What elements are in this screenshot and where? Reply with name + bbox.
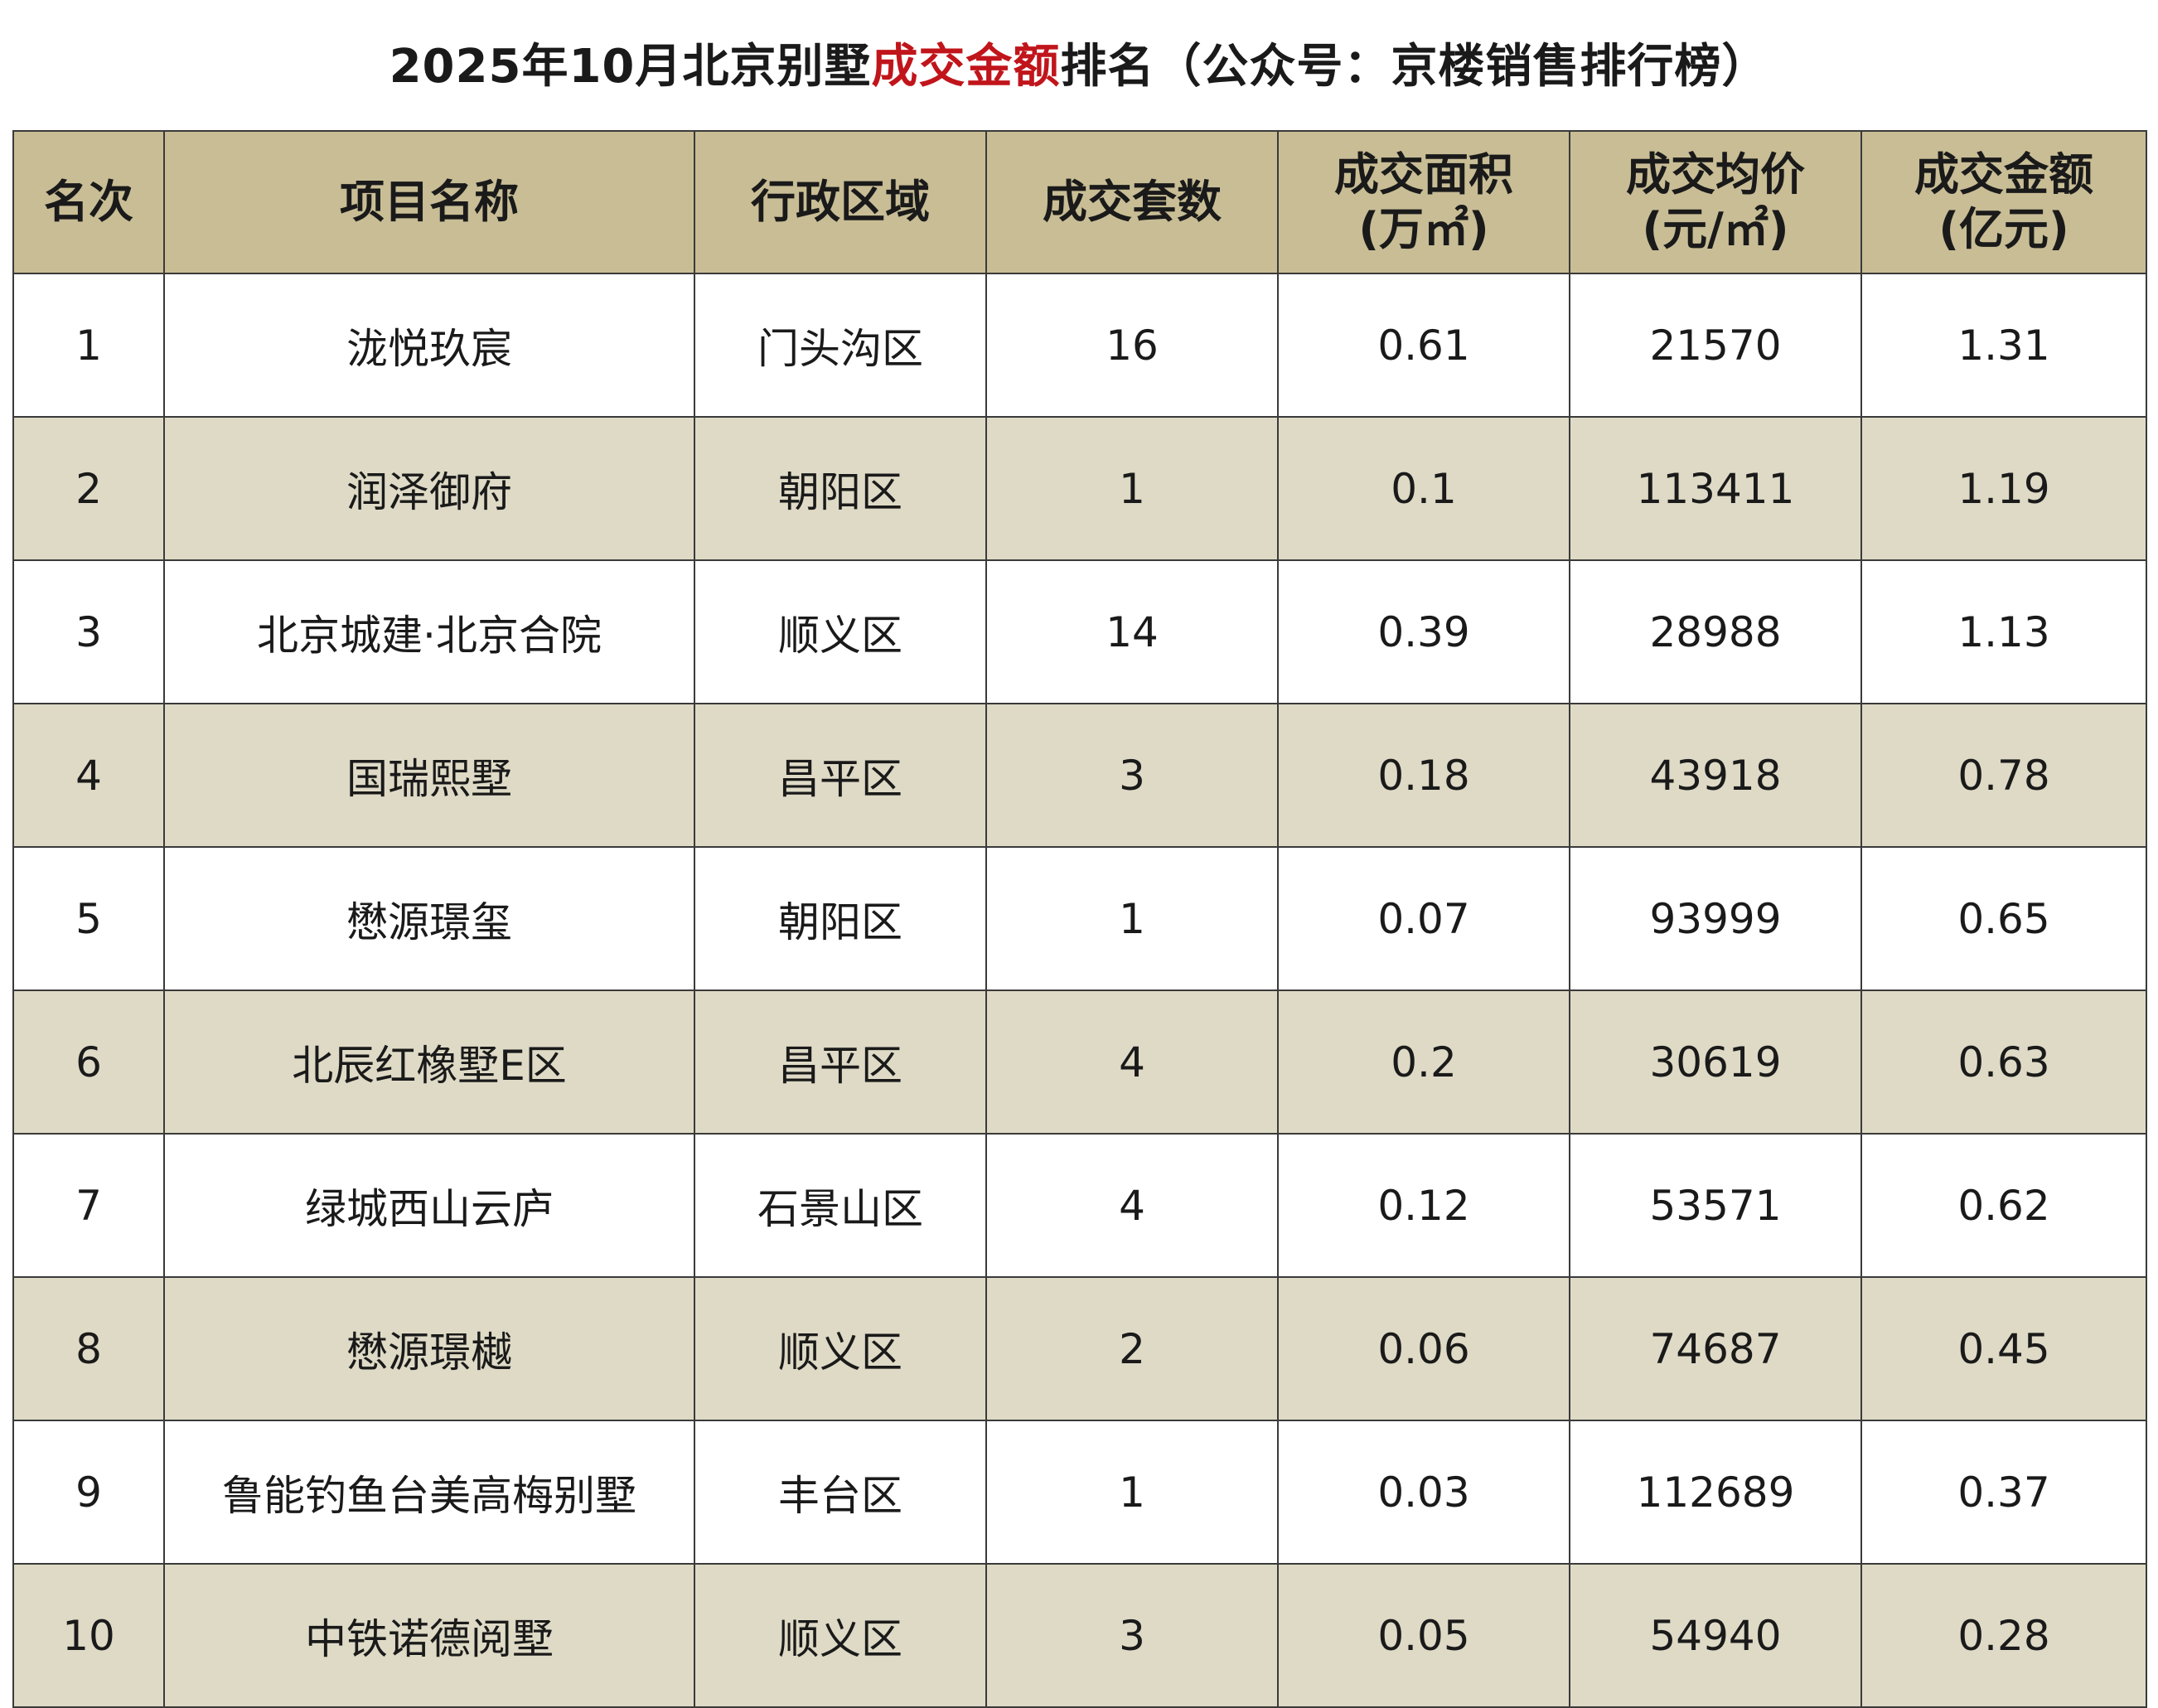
cell-project-name: 北京城建·北京合院	[163, 559, 695, 704]
cell-area: 0.03	[1277, 1420, 1570, 1565]
page-title: 2025年10月北京别墅 成交金额 排名（公众号：京楼销售排行榜）	[0, 0, 2158, 124]
cell-amount: 1.31	[1860, 273, 2147, 418]
table-row: 1 泷悦玖宸 门头沟区 16 0.61 21570 1.31	[12, 273, 2147, 418]
cell-rank: 6	[12, 989, 165, 1135]
cell-area: 0.18	[1277, 703, 1570, 848]
cell-area: 0.1	[1277, 416, 1570, 561]
cell-units: 4	[985, 989, 1279, 1135]
cell-project-name: 懋源璟樾	[163, 1276, 695, 1421]
header-units: 成交套数	[985, 130, 1279, 274]
cell-amount: 0.28	[1860, 1563, 2147, 1708]
cell-district: 朝阳区	[694, 416, 987, 561]
cell-units: 16	[985, 273, 1279, 418]
cell-avg-price: 43918	[1569, 703, 1862, 848]
cell-amount: 0.63	[1860, 989, 2147, 1135]
cell-district: 丰台区	[694, 1420, 987, 1565]
table-row: 10 中铁诺德阅墅 顺义区 3 0.05 54940 0.28	[12, 1563, 2147, 1708]
cell-avg-price: 113411	[1569, 416, 1862, 561]
cell-project-name: 国瑞熙墅	[163, 703, 695, 848]
cell-project-name: 润泽御府	[163, 416, 695, 561]
cell-units: 2	[985, 1276, 1279, 1421]
header-avg-price: 成交均价 (元/㎡)	[1569, 130, 1862, 274]
cell-amount: 0.78	[1860, 703, 2147, 848]
cell-rank: 1	[12, 273, 165, 418]
title-highlight: 成交金额	[871, 39, 1061, 94]
cell-amount: 0.62	[1860, 1133, 2147, 1278]
cell-avg-price: 28988	[1569, 559, 1862, 704]
cell-rank: 2	[12, 416, 165, 561]
cell-units: 1	[985, 416, 1279, 561]
table-header-row: 名次 项目名称 行政区域 成交套数 成交面积 (万㎡) 成交均价 (元/㎡) 成交金…	[12, 130, 2147, 274]
cell-district: 朝阳区	[694, 846, 987, 991]
cell-area: 0.2	[1277, 989, 1570, 1135]
cell-amount: 0.45	[1860, 1276, 2147, 1421]
cell-avg-price: 112689	[1569, 1420, 1862, 1565]
cell-units: 1	[985, 1420, 1279, 1565]
cell-area: 0.07	[1277, 846, 1570, 991]
title-prefix: 2025年10月北京别墅	[389, 39, 872, 94]
cell-district: 石景山区	[694, 1133, 987, 1278]
cell-avg-price: 21570	[1569, 273, 1862, 418]
cell-units: 3	[985, 703, 1279, 848]
cell-rank: 3	[12, 559, 165, 704]
table-row: 6 北辰红橡墅E区 昌平区 4 0.2 30619 0.63	[12, 989, 2147, 1135]
ranking-table: 名次 项目名称 行政区域 成交套数 成交面积 (万㎡) 成交均价 (元/㎡) 成交金…	[12, 130, 2147, 1708]
cell-area: 0.39	[1277, 559, 1570, 704]
cell-project-name: 懋源璟玺	[163, 846, 695, 991]
title-suffix: 排名（公众号：京楼销售排行榜）	[1060, 39, 1769, 94]
cell-area: 0.05	[1277, 1563, 1570, 1708]
cell-units: 3	[985, 1563, 1279, 1708]
cell-district: 昌平区	[694, 989, 987, 1135]
cell-avg-price: 74687	[1569, 1276, 1862, 1421]
cell-rank: 8	[12, 1276, 165, 1421]
cell-rank: 9	[12, 1420, 165, 1565]
cell-district: 顺义区	[694, 1563, 987, 1708]
cell-amount: 1.19	[1860, 416, 2147, 561]
cell-project-name: 鲁能钓鱼台美高梅别墅	[163, 1420, 695, 1565]
cell-amount: 0.37	[1860, 1420, 2147, 1565]
cell-rank: 7	[12, 1133, 165, 1278]
table-row: 2 润泽御府 朝阳区 1 0.1 113411 1.19	[12, 416, 2147, 561]
header-district: 行政区域	[694, 130, 987, 274]
header-amount: 成交金额 (亿元)	[1860, 130, 2147, 274]
cell-avg-price: 93999	[1569, 846, 1862, 991]
cell-district: 门头沟区	[694, 273, 987, 418]
cell-units: 1	[985, 846, 1279, 991]
header-project-name: 项目名称	[163, 130, 695, 274]
table-row: 8 懋源璟樾 顺义区 2 0.06 74687 0.45	[12, 1276, 2147, 1421]
cell-district: 顺义区	[694, 1276, 987, 1421]
cell-project-name: 北辰红橡墅E区	[163, 989, 695, 1135]
table-row: 4 国瑞熙墅 昌平区 3 0.18 43918 0.78	[12, 703, 2147, 848]
cell-area: 0.06	[1277, 1276, 1570, 1421]
cell-avg-price: 30619	[1569, 989, 1862, 1135]
cell-area: 0.61	[1277, 273, 1570, 418]
cell-rank: 10	[12, 1563, 165, 1708]
table-row: 7 绿城西山云庐 石景山区 4 0.12 53571 0.62	[12, 1133, 2147, 1278]
header-rank: 名次	[12, 130, 165, 274]
cell-rank: 4	[12, 703, 165, 848]
cell-project-name: 泷悦玖宸	[163, 273, 695, 418]
table-row: 9 鲁能钓鱼台美高梅别墅 丰台区 1 0.03 112689 0.37	[12, 1420, 2147, 1565]
cell-units: 14	[985, 559, 1279, 704]
cell-district: 昌平区	[694, 703, 987, 848]
table-row: 3 北京城建·北京合院 顺义区 14 0.39 28988 1.13	[12, 559, 2147, 704]
cell-project-name: 绿城西山云庐	[163, 1133, 695, 1278]
cell-avg-price: 54940	[1569, 1563, 1862, 1708]
table-row: 5 懋源璟玺 朝阳区 1 0.07 93999 0.65	[12, 846, 2147, 991]
cell-units: 4	[985, 1133, 1279, 1278]
cell-avg-price: 53571	[1569, 1133, 1862, 1278]
cell-area: 0.12	[1277, 1133, 1570, 1278]
header-area: 成交面积 (万㎡)	[1277, 130, 1570, 274]
cell-amount: 0.65	[1860, 846, 2147, 991]
cell-project-name: 中铁诺德阅墅	[163, 1563, 695, 1708]
cell-amount: 1.13	[1860, 559, 2147, 704]
cell-district: 顺义区	[694, 559, 987, 704]
cell-rank: 5	[12, 846, 165, 991]
